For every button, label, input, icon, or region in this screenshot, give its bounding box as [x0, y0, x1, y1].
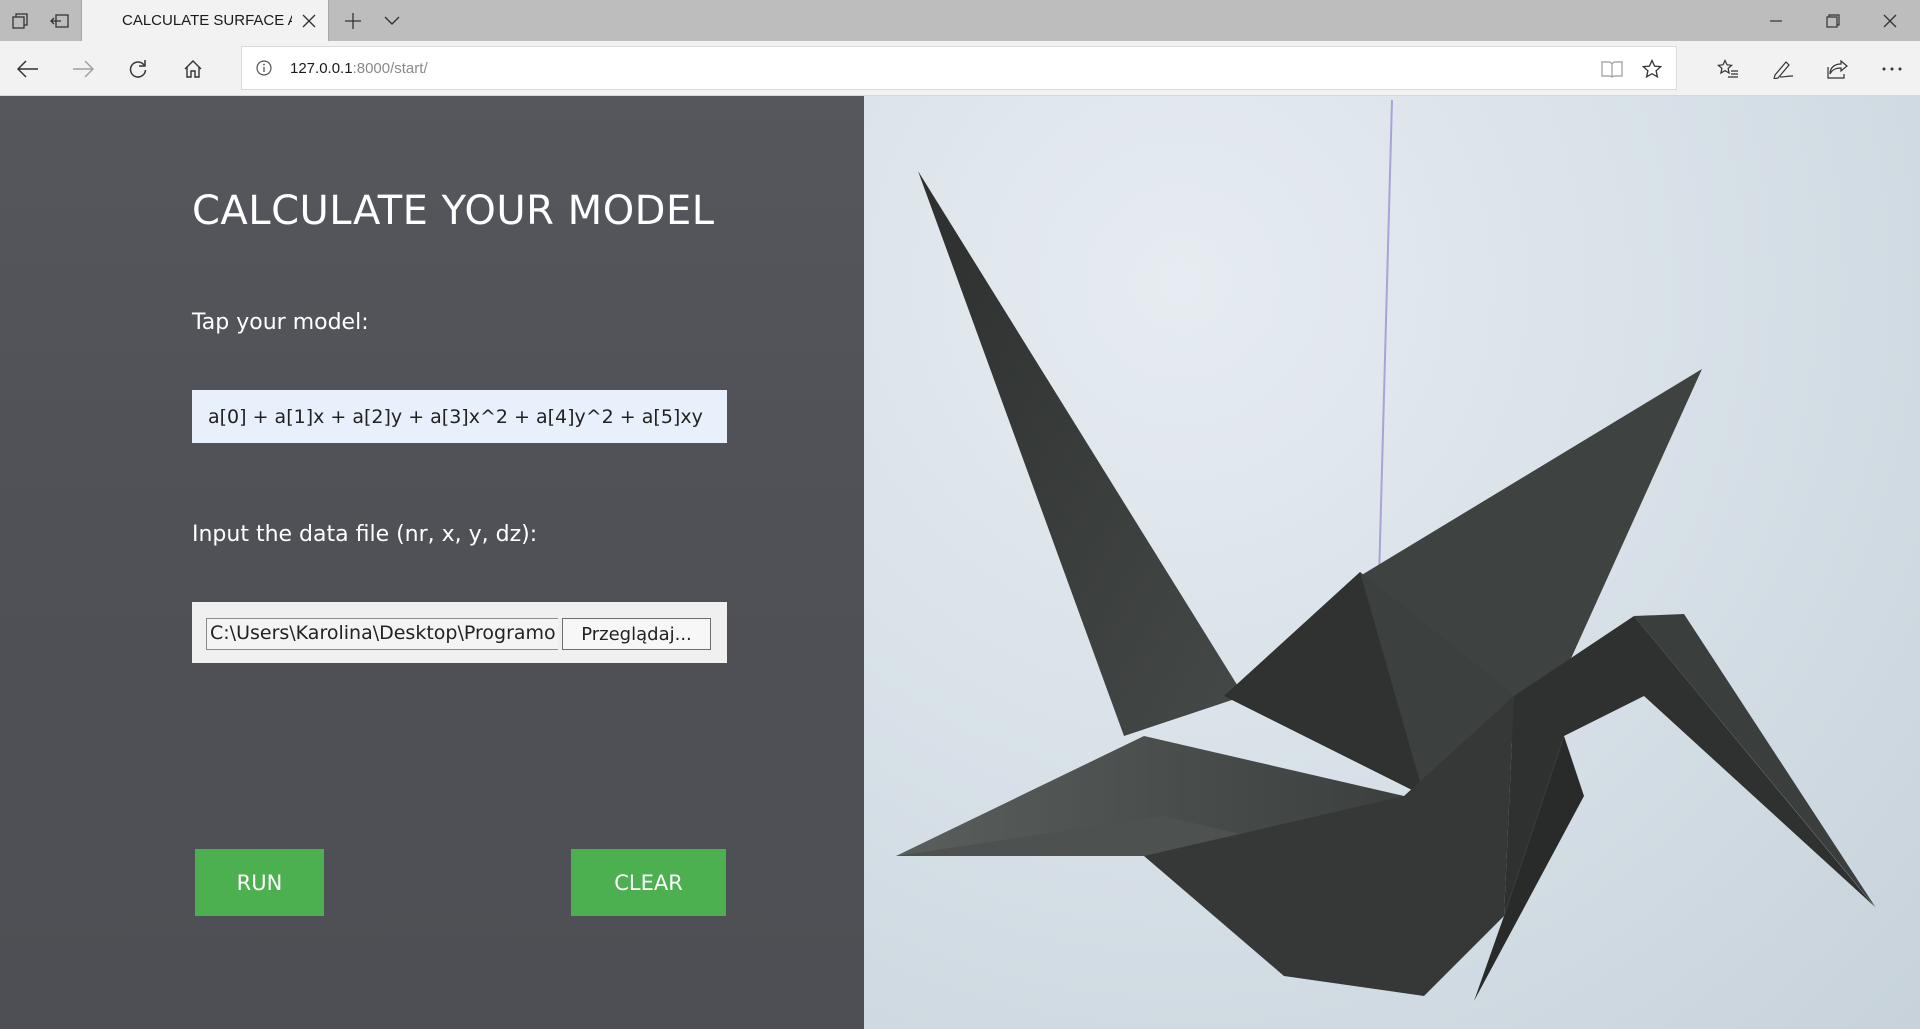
plus-icon[interactable] — [333, 0, 373, 41]
url-text[interactable]: 127.0.0.1:8000/start/ — [290, 60, 428, 77]
tab-active[interactable]: CALCULATE SURFACE A — [81, 0, 329, 41]
page-content: CALCULATE YOUR MODEL Tap your model: Inp… — [0, 96, 1920, 1029]
address-bar[interactable]: 127.0.0.1:8000/start/ — [241, 46, 1677, 90]
tab-title: CALCULATE SURFACE A — [122, 12, 292, 29]
clear-button[interactable]: CLEAR — [571, 849, 726, 916]
star-icon[interactable] — [1640, 57, 1664, 81]
url-host: 127.0.0.1 — [290, 60, 353, 77]
minimize-icon[interactable] — [1748, 0, 1804, 41]
favorites-list-icon[interactable] — [1708, 49, 1748, 89]
hero-image — [864, 96, 1920, 1029]
chevron-down-icon[interactable] — [372, 0, 412, 41]
close-tab-icon[interactable] — [296, 8, 322, 34]
reading-view-icon[interactable] — [1600, 57, 1624, 81]
pen-icon[interactable] — [1763, 49, 1803, 89]
file-path-field[interactable]: C:\Users\Karolina\Desktop\Programo — [206, 618, 558, 650]
model-input[interactable] — [192, 390, 727, 443]
set-aside-tabs-icon[interactable] — [40, 0, 80, 41]
form-panel: CALCULATE YOUR MODEL Tap your model: Inp… — [0, 96, 864, 1029]
origami-crane-illustration — [896, 99, 1876, 1001]
refresh-icon[interactable] — [118, 49, 158, 89]
model-label: Tap your model: — [192, 310, 369, 335]
close-icon[interactable] — [1862, 0, 1918, 41]
run-button[interactable]: RUN — [195, 849, 324, 916]
navigation-bar: 127.0.0.1:8000/start/ — [0, 41, 1920, 96]
browse-button[interactable]: Przeglądaj... — [562, 618, 711, 650]
page-title: CALCULATE YOUR MODEL — [192, 188, 715, 234]
share-icon[interactable] — [1818, 49, 1858, 89]
forward-arrow-icon[interactable] — [63, 49, 103, 89]
more-icon[interactable] — [1872, 49, 1912, 89]
url-path: :8000/start/ — [352, 60, 428, 77]
restore-icon[interactable] — [1805, 0, 1861, 41]
tab-actions-icon[interactable] — [0, 0, 40, 41]
tab-strip: CALCULATE SURFACE A — [0, 0, 1920, 41]
file-label: Input the data file (nr, x, y, dz): — [192, 522, 538, 547]
info-icon[interactable] — [254, 58, 274, 78]
home-icon[interactable] — [173, 49, 213, 89]
file-input[interactable]: C:\Users\Karolina\Desktop\Programo Przeg… — [192, 602, 727, 663]
back-arrow-icon[interactable] — [8, 49, 48, 89]
